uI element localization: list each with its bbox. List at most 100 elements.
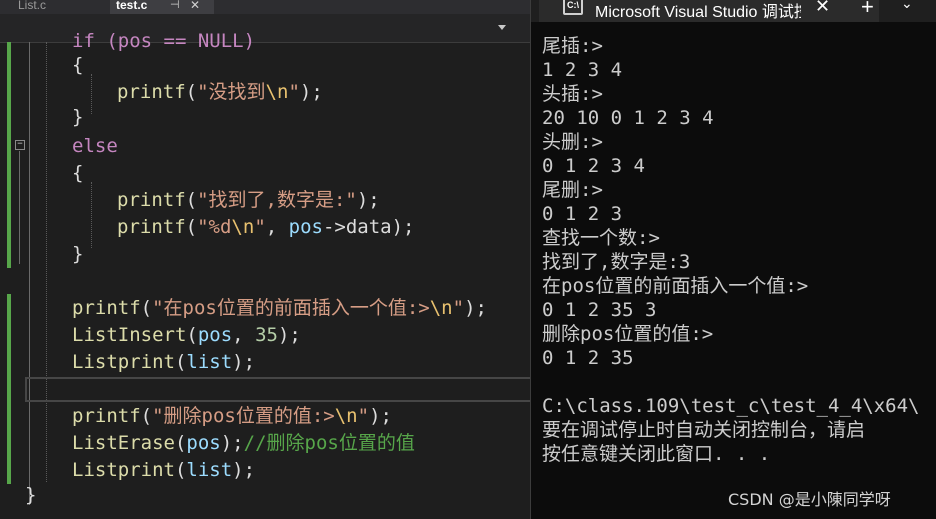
code-line: { <box>72 52 83 79</box>
code-number: 35 <box>255 324 278 346</box>
code-string: "在pos位置的前面插入一个值:> <box>152 297 430 319</box>
new-tab-icon[interactable]: + <box>861 0 874 20</box>
code-string: " <box>254 216 266 238</box>
code-variable: pos <box>288 216 323 238</box>
code-else: else <box>72 135 118 157</box>
console-line: 尾删:> <box>542 179 603 201</box>
code-brace: { <box>72 162 84 184</box>
console-line: 找到了,数字是:3 <box>542 251 691 273</box>
code-fn: ListErase <box>72 432 175 454</box>
code-punct: ); <box>220 432 244 454</box>
code-punct: ( <box>174 432 187 454</box>
fold-range-line <box>19 151 20 264</box>
code-punct: ( <box>140 405 153 427</box>
code-punct: ); <box>369 405 392 427</box>
code-variable: pos <box>186 432 221 454</box>
debug-console-window[interactable]: C:\ Microsoft Visual Studio 调试控制台 ✕ + ⌄ … <box>530 0 936 519</box>
console-line: 0 1 2 35 3 <box>542 299 657 321</box>
code-line: printf("没找到\n"); <box>117 79 323 106</box>
code-brace: } <box>25 484 37 506</box>
terminal-icon: C:\ <box>563 0 583 15</box>
code-variable: pos <box>197 324 233 346</box>
code-fn: printf <box>117 189 186 211</box>
code-brace: { <box>72 54 84 76</box>
code-escape: \n <box>334 405 358 427</box>
console-line: 0 1 2 3 4 <box>542 155 645 177</box>
code-string: "找到了,数字是:" <box>197 189 357 211</box>
console-title-bar: C:\ Microsoft Visual Studio 调试控制台 ✕ + ⌄ <box>531 0 936 22</box>
console-title: Microsoft Visual Studio 调试控制台 <box>595 4 801 21</box>
code-string: "%d <box>197 216 232 238</box>
fold-range-line <box>29 42 30 505</box>
code-if: if (pos == NULL) <box>72 30 256 52</box>
console-line: 头插:> <box>542 83 603 105</box>
close-tab-icon[interactable]: ✕ <box>190 0 200 11</box>
code-line: if (pos == NULL) <box>72 28 255 55</box>
code-escape: \n <box>429 297 453 319</box>
console-line: 尾插:> <box>542 35 603 57</box>
console-line: 要在调试停止时自动关闭控制台，请启 <box>542 419 866 441</box>
code-line: printf("在pos位置的前面插入一个值:>\n"); <box>72 295 487 322</box>
current-line-highlight <box>25 377 530 402</box>
console-line: 删除pos位置的值:> <box>542 323 714 345</box>
tab-list-c-label: List.c <box>18 0 47 12</box>
code-fn: ListInsert <box>72 324 187 346</box>
pin-icon[interactable]: ⊣ <box>170 0 180 11</box>
code-line: ListErase(pos);//删除pos位置的值 <box>72 430 415 457</box>
code-comment: //删除pos位置的值 <box>243 432 415 454</box>
code-line: else <box>72 133 118 160</box>
indent-guide <box>46 42 47 482</box>
code-line: printf("%d\n", pos->data); <box>117 214 415 241</box>
tab-test-c-label: test.c <box>116 0 148 12</box>
code-fn: printf <box>72 297 141 319</box>
code-line: ListInsert(pos, 35); <box>72 322 301 349</box>
indent-guide <box>91 182 92 248</box>
code-punct: , <box>265 216 289 238</box>
console-line: 按任意键关闭此窗口. . . <box>542 443 771 465</box>
code-line: } <box>72 104 83 131</box>
code-variable: list <box>186 459 233 481</box>
console-line: 在pos位置的前面插入一个值:> <box>542 275 809 297</box>
code-string: " <box>452 297 465 319</box>
fold-collapse-icon[interactable]: − <box>15 140 25 150</box>
code-line: printf("找到了,数字是:"); <box>117 187 380 214</box>
code-line: { <box>72 160 83 187</box>
console-line: 1 2 3 4 <box>542 59 623 81</box>
indent-guide <box>91 74 92 114</box>
code-brace: } <box>72 106 84 128</box>
code-line: } <box>72 241 83 268</box>
code-punct: ); <box>232 351 256 373</box>
code-line: Listprint(list); <box>72 349 255 376</box>
tab-test-c[interactable]: test.c ⊣ ✕ <box>110 0 214 14</box>
console-line: C:\class.109\test_c\test_4_4\x64\ <box>542 395 920 417</box>
code-punct: ); <box>356 189 380 211</box>
code-line: } <box>25 482 36 509</box>
code-escape: \n <box>231 216 255 238</box>
chevron-down-icon[interactable]: ⌄ <box>901 0 913 12</box>
code-punct: ( <box>185 81 198 103</box>
code-punct: ); <box>277 324 301 346</box>
code-punct: ( <box>174 351 187 373</box>
code-punct: ( <box>174 459 187 481</box>
code-fn: printf <box>117 216 186 238</box>
console-line: 头删:> <box>542 131 603 153</box>
code-punct: ->data); <box>322 216 415 238</box>
csdn-watermark: CSDN @是小陳同学呀 <box>728 490 891 509</box>
console-line: 20 10 0 1 2 3 4 <box>542 107 714 129</box>
code-escape: \n <box>265 81 289 103</box>
chevron-down-icon[interactable] <box>498 25 506 30</box>
code-string: " <box>288 81 300 103</box>
code-fn: Listprint <box>72 459 175 481</box>
tab-list-c[interactable]: List.c <box>14 0 108 14</box>
console-tab[interactable]: C:\ Microsoft Visual Studio 调试控制台 ✕ <box>539 0 879 22</box>
code-punct: ( <box>140 297 153 319</box>
changed-lines-bar <box>7 42 11 268</box>
code-line: Listprint(list); <box>72 457 255 484</box>
code-punct: ( <box>185 189 198 211</box>
code-string: "删除pos位置的值:> <box>152 405 335 427</box>
editor-tab-bar: List.c test.c ⊣ ✕ <box>0 0 530 14</box>
code-punct: ); <box>299 81 323 103</box>
code-punct: ); <box>464 297 487 319</box>
code-editor[interactable]: List.c test.c ⊣ ✕ − if (pos == NULL) { p… <box>0 0 530 519</box>
close-icon[interactable]: ✕ <box>815 0 830 17</box>
